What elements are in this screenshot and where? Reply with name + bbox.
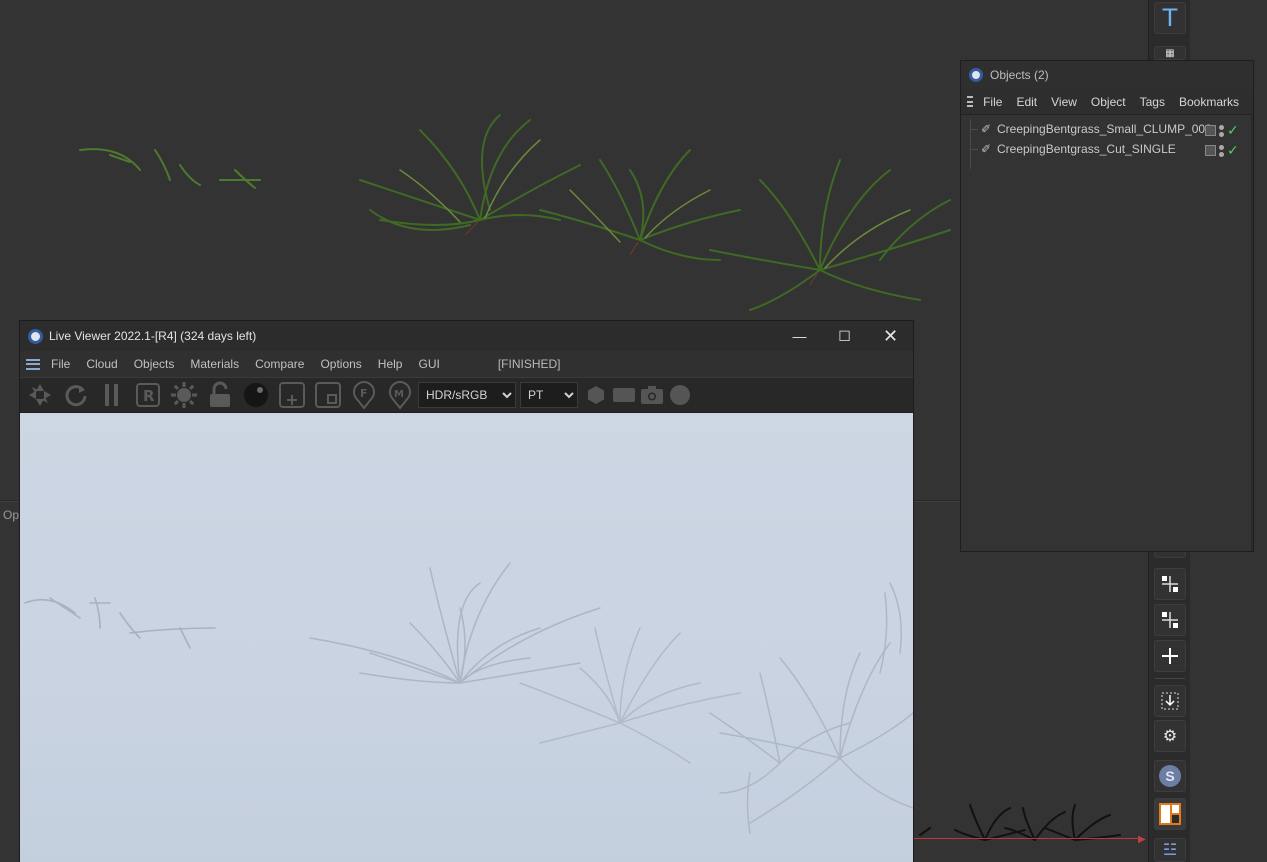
hamburger-menu-icon[interactable]	[26, 358, 40, 370]
enabled-check-icon[interactable]: ✓	[1227, 142, 1239, 159]
x-axis-arrow-icon: ▶	[1138, 834, 1146, 845]
paperclip-icon: ✐	[980, 122, 992, 136]
lv-menu-options[interactable]: Options	[320, 357, 361, 371]
hamburger-menu-icon[interactable]	[967, 96, 974, 107]
camera-icon[interactable]	[638, 378, 666, 412]
lv-menu-gui[interactable]: GUI	[418, 357, 439, 371]
layer-tag-icon[interactable]	[1205, 125, 1216, 136]
objects-panel-title: Objects (2)	[990, 68, 1049, 82]
tree-branch	[970, 129, 978, 130]
live-viewer-window: Live Viewer 2022.1-[R4] (324 days left) …	[19, 320, 914, 862]
s-badge-icon[interactable]: S	[1154, 760, 1186, 792]
live-viewer-toolbar: R F M HDR/sRGB PT	[20, 377, 913, 413]
render-viewport[interactable]	[20, 413, 913, 862]
live-viewer-menubar: File Cloud Objects Materials Compare Opt…	[20, 351, 913, 377]
sphere-icon[interactable]	[238, 378, 274, 412]
minimize-button[interactable]: —	[777, 321, 822, 351]
objects-menu-tags[interactable]: Tags	[1140, 95, 1165, 109]
text-tool-icon[interactable]: T	[1154, 2, 1186, 34]
hierarchy-icon[interactable]: ▦	[1154, 46, 1186, 60]
aperture-icon[interactable]	[22, 378, 58, 412]
objects-panel: Objects (2) File Edit View Object Tags B…	[960, 60, 1254, 552]
r-box-icon[interactable]: R	[130, 378, 166, 412]
import-icon[interactable]	[1154, 685, 1186, 717]
live-viewer-title: Live Viewer 2022.1-[R4] (324 days left)	[49, 329, 257, 343]
layout-orange-icon[interactable]	[1154, 798, 1186, 830]
hexagon-icon[interactable]	[582, 378, 610, 412]
material-pin-icon[interactable]: M	[382, 378, 418, 412]
unlock-icon[interactable]	[202, 378, 238, 412]
objects-menubar: File Edit View Object Tags Bookmarks	[961, 89, 1253, 115]
object-name[interactable]: CreepingBentgrass_Small_CLUMP_002	[997, 122, 1212, 136]
lv-menu-file[interactable]: File	[51, 357, 70, 371]
layer-tag-icon[interactable]	[1205, 145, 1216, 156]
circle-icon[interactable]	[666, 378, 694, 412]
white-grass-render	[24, 562, 913, 834]
palette-separator	[1155, 678, 1185, 679]
rectangle-icon[interactable]	[610, 378, 638, 412]
cinema4d-logo-icon	[969, 68, 983, 82]
snap-points-icon[interactable]	[1154, 568, 1186, 600]
render-status: [FINISHED]	[497, 357, 561, 371]
python-icon[interactable]: ☳	[1154, 838, 1186, 862]
objects-menu-object[interactable]: Object	[1091, 95, 1126, 109]
object-list: ✐ CreepingBentgrass_Small_CLUMP_002 ✓ ✐ …	[961, 115, 1253, 169]
object-name[interactable]: CreepingBentgrass_Cut_SINGLE	[997, 142, 1176, 156]
live-viewer-titlebar[interactable]: Live Viewer 2022.1-[R4] (324 days left) …	[20, 321, 913, 351]
objects-menu-edit[interactable]: Edit	[1016, 95, 1037, 109]
enabled-check-icon[interactable]: ✓	[1227, 122, 1239, 139]
lv-menu-help[interactable]: Help	[378, 357, 403, 371]
object-flags: ✓	[1205, 122, 1239, 139]
lv-menu-materials[interactable]: Materials	[190, 357, 239, 371]
gear-pointer-icon[interactable]: ⚙	[1154, 720, 1186, 752]
refresh-icon[interactable]	[58, 378, 94, 412]
object-row[interactable]: ✐ CreepingBentgrass_Cut_SINGLE ✓	[961, 139, 1253, 159]
tree-branch	[970, 149, 978, 150]
objects-menu-bookmarks[interactable]: Bookmarks	[1179, 95, 1239, 109]
visibility-dots-icon[interactable]	[1219, 124, 1224, 138]
pause-icon[interactable]	[94, 378, 130, 412]
svg-text:M: M	[394, 389, 404, 400]
objects-menu-file[interactable]: File	[983, 95, 1002, 109]
snap-edge-icon[interactable]	[1154, 604, 1186, 636]
objects-titlebar[interactable]: Objects (2)	[961, 61, 1253, 89]
object-flags: ✓	[1205, 142, 1239, 159]
maximize-button[interactable]: ☐	[822, 321, 867, 351]
lv-menu-cloud[interactable]: Cloud	[86, 357, 117, 371]
objects-menu-view[interactable]: View	[1051, 95, 1077, 109]
grass-render-preview	[79, 114, 951, 311]
close-button[interactable]: ✕	[868, 321, 913, 351]
lv-menu-compare[interactable]: Compare	[255, 357, 304, 371]
axis-add-icon[interactable]	[1154, 640, 1186, 672]
objects-panel-edge	[1251, 115, 1253, 551]
paperclip-icon: ✐	[980, 142, 992, 156]
gear-sun-icon[interactable]	[166, 378, 202, 412]
add-region-icon[interactable]	[274, 378, 310, 412]
focus-pin-icon[interactable]: F	[346, 378, 382, 412]
viewport-op-label: Op	[3, 508, 20, 522]
x-axis-line	[912, 838, 1142, 839]
visibility-dots-icon[interactable]	[1219, 144, 1224, 158]
svg-text:R: R	[143, 387, 155, 405]
svg-text:F: F	[360, 387, 368, 400]
lv-menu-objects[interactable]: Objects	[134, 357, 175, 371]
cinema4d-logo-icon	[28, 328, 43, 344]
object-row[interactable]: ✐ CreepingBentgrass_Small_CLUMP_002 ✓	[961, 119, 1253, 139]
region-icon[interactable]	[310, 378, 346, 412]
kernel-select[interactable]: PT	[520, 382, 578, 408]
color-space-select[interactable]: HDR/sRGB	[418, 382, 516, 408]
